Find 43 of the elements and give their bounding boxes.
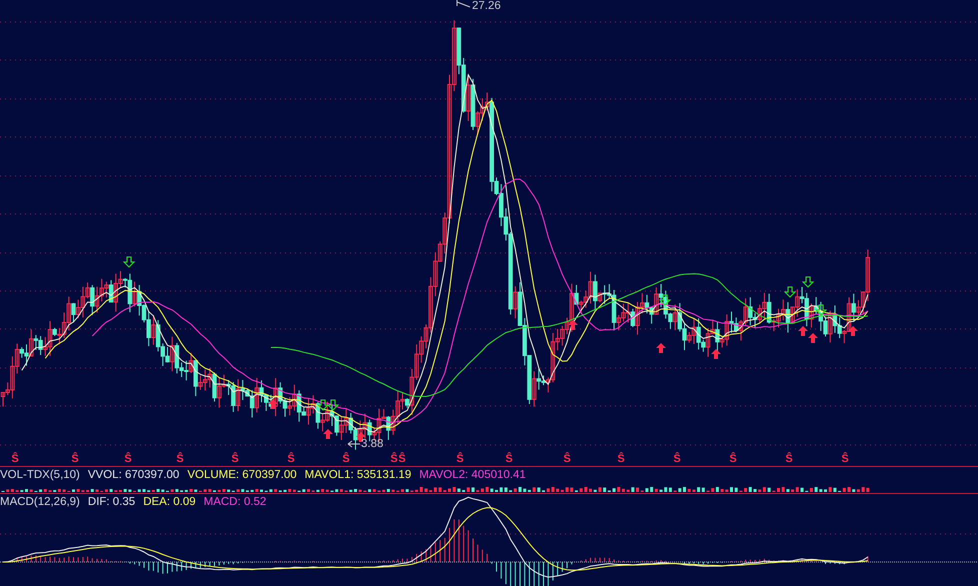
down-arrow-icon: [122, 256, 136, 268]
signal-marker: Ŝ: [563, 453, 571, 466]
up-arrow-icon: [848, 326, 858, 336]
signal-marker: Ŝ: [841, 453, 849, 466]
signal-marker: Ŝ: [456, 453, 464, 466]
signal-marker: Ŝ: [617, 453, 625, 466]
down-arrow-icon: [326, 400, 340, 411]
indicator-value: MAVOL1: 535131.19: [304, 469, 412, 481]
indicator-value: MACD: 0.52: [204, 496, 266, 508]
leader-line: [456, 0, 470, 8]
indicator-value: VVOL: 670397.00: [88, 469, 180, 481]
signal-marker: Ŝ: [398, 453, 406, 466]
up-arrow-icon: [268, 399, 278, 409]
signal-marker: Ŝ: [287, 453, 295, 466]
indicator-value: DIF: 0.35: [88, 496, 136, 508]
down-arrow-icon: [814, 304, 828, 316]
signal-marker: Ŝ: [390, 453, 398, 466]
signal-marker: Ŝ: [785, 453, 793, 466]
up-arrow-icon: [568, 320, 578, 330]
signal-marker: Ŝ: [71, 453, 79, 466]
down-arrow-icon: [784, 286, 796, 298]
signal-marker: Ŝ: [176, 453, 184, 466]
down-arrow-icon: [316, 400, 330, 411]
down-arrow-icon: [658, 294, 672, 306]
up-arrow-icon: [323, 429, 333, 439]
signal-marker: Ŝ: [124, 453, 132, 466]
signal-marker: Ŝ: [342, 453, 350, 466]
signal-marker: Ŝ: [673, 453, 681, 466]
left-arrow-icon: [348, 440, 360, 448]
low-price-label: 3.88: [361, 438, 384, 450]
indicator-value: DEA: 0.09: [143, 496, 196, 508]
up-arrow-icon: [656, 343, 666, 353]
indicator-value: VOLUME: 670397.00: [187, 469, 297, 481]
down-arrow-icon: [802, 276, 814, 288]
signal-marker: Ŝ: [231, 453, 239, 466]
signal-marker: Ŝ: [729, 453, 737, 466]
high-price-label: 27.26: [472, 0, 501, 12]
up-arrow-icon: [711, 349, 721, 359]
indicator-title: MACD(12,26,9): [0, 496, 80, 508]
signal-marker: Ŝ: [505, 453, 513, 466]
indicator-title: VOL-TDX(5,10): [0, 469, 80, 481]
indicator-value: MAVOL2: 405010.41: [419, 469, 526, 481]
signal-marker: Ŝ: [11, 453, 19, 466]
